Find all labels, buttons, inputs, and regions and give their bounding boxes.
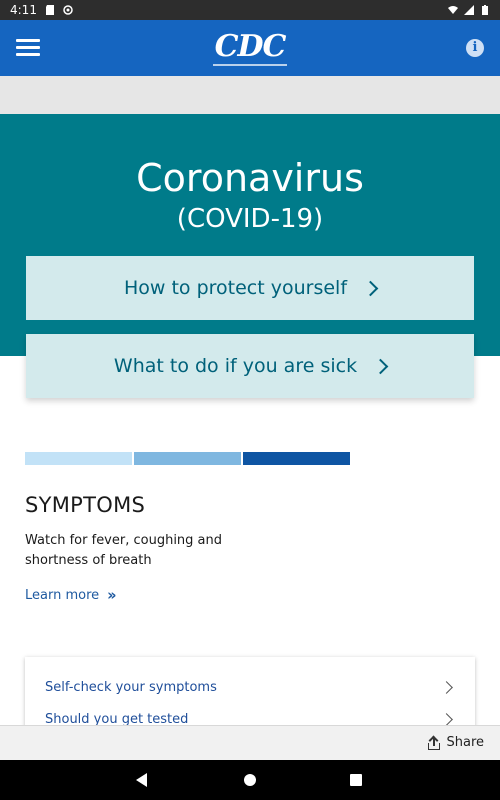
double-chevron-right-icon: ››	[107, 586, 117, 604]
top-banner-strip	[0, 76, 500, 114]
learn-more-link[interactable]: Learn more ››	[25, 586, 117, 604]
color-bar-light	[25, 452, 132, 465]
app-bar: CDC i	[0, 20, 500, 76]
color-bar-dark	[243, 452, 350, 465]
battery-icon	[482, 5, 488, 15]
chevron-right-icon	[362, 280, 379, 296]
recent-apps-icon[interactable]	[350, 774, 362, 786]
symptoms-title: SYMPTOMS	[25, 493, 146, 517]
self-check-link[interactable]: Self-check your symptoms	[25, 669, 475, 705]
system-nav-bar	[0, 760, 500, 800]
share-label: Share	[446, 735, 484, 750]
signal-icon	[464, 5, 474, 15]
protect-yourself-label: How to protect yourself	[123, 277, 348, 299]
home-icon[interactable]	[244, 774, 256, 786]
status-time: 4:11	[10, 3, 37, 17]
back-icon[interactable]	[136, 773, 147, 787]
hamburger-menu-icon[interactable]	[16, 39, 40, 57]
self-check-label: Self-check your symptoms	[45, 679, 217, 695]
chevron-right-icon	[372, 358, 389, 374]
sync-icon	[63, 5, 73, 15]
section-color-bars	[25, 452, 350, 465]
share-icon	[428, 735, 441, 750]
if-sick-label: What to do if you are sick	[113, 355, 358, 377]
chevron-right-icon	[440, 680, 453, 694]
hero-title: Coronavirus	[136, 156, 364, 200]
if-sick-button[interactable]: What to do if you are sick	[26, 334, 474, 398]
symptoms-description: Watch for fever, coughing and shortness …	[25, 533, 223, 568]
info-icon[interactable]: i	[466, 39, 484, 57]
share-button[interactable]: Share	[428, 735, 484, 750]
sd-card-icon	[45, 5, 54, 15]
chevron-right-icon	[440, 712, 453, 726]
status-bar: 4:11	[0, 0, 500, 20]
cdc-logo: CDC	[212, 29, 288, 66]
learn-more-label: Learn more	[25, 587, 100, 603]
hero-subtitle: (COVID-19)	[176, 204, 324, 234]
wifi-icon	[448, 6, 458, 14]
bottom-action-bar: Share	[0, 725, 500, 760]
color-bar-medium	[134, 452, 241, 465]
protect-yourself-button[interactable]: How to protect yourself	[26, 256, 474, 320]
